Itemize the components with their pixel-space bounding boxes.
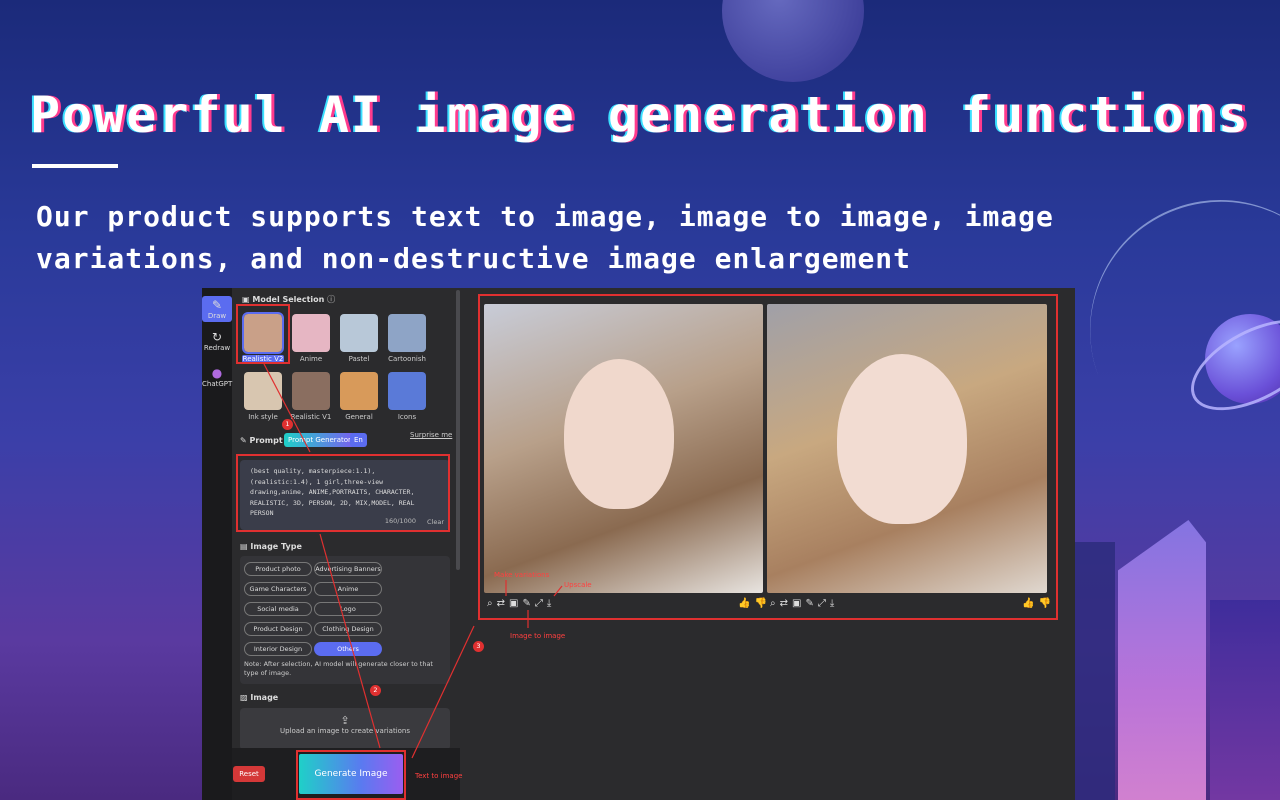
app-window: ✎ Draw ↻ Redraw ● ChatGPT ▣ Model Select… [202, 288, 1075, 800]
tower-decoration-main [1118, 520, 1206, 800]
hero-subtitle: Our product supports text to image, imag… [36, 200, 1054, 275]
hero-title: Powerful AI image generation functions [30, 86, 1250, 144]
planet-decoration [722, 0, 864, 82]
annotation-arrows [263, 363, 563, 759]
arrow-model-to-prompt [263, 363, 311, 453]
tower-decoration [1075, 542, 1115, 800]
arrow-generate-to-results [411, 625, 475, 759]
arrow-prompt-to-generate [319, 533, 381, 749]
arrow-upscale [553, 585, 563, 597]
hero-divider [32, 164, 118, 168]
tower-decoration-right [1210, 600, 1280, 800]
